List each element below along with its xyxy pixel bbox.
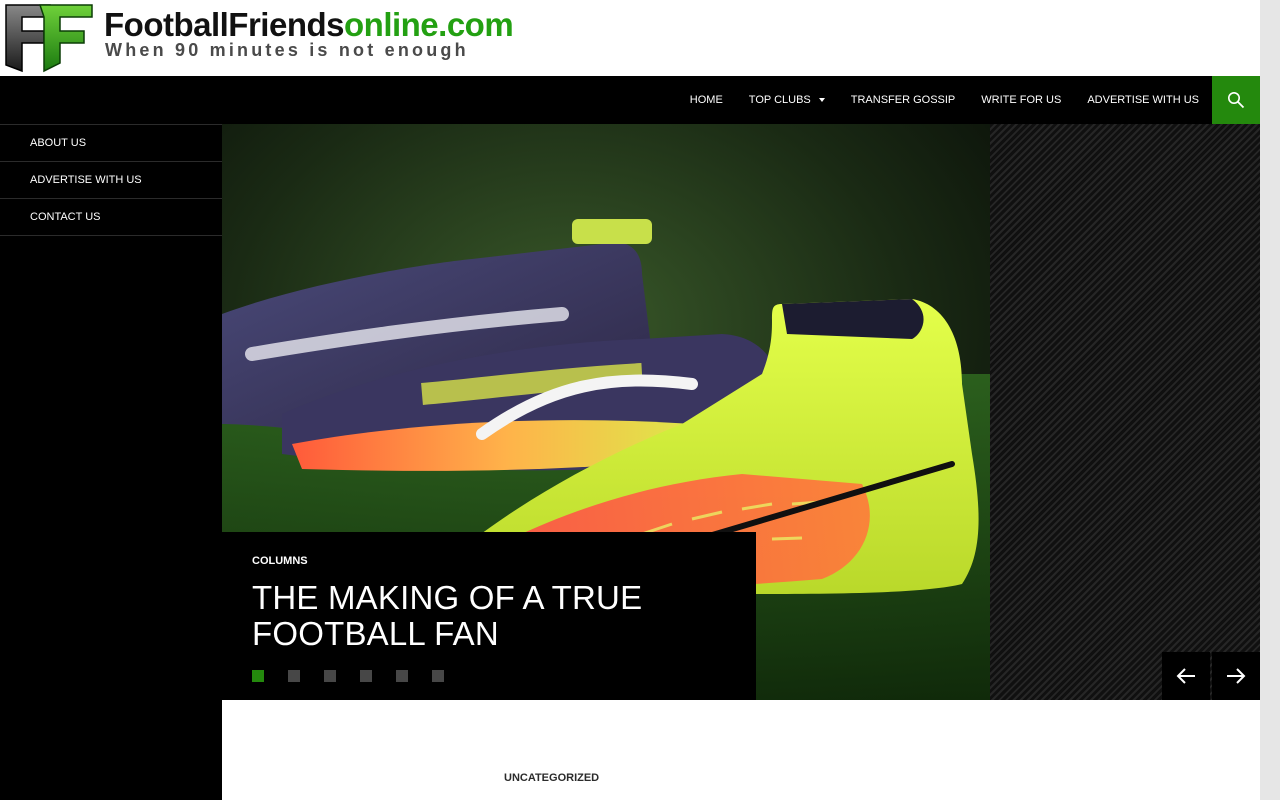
chevron-down-icon <box>818 98 825 102</box>
logo-wordmark-part1: FootballFriends <box>104 6 345 43</box>
slider-prev-button[interactable] <box>1162 652 1210 700</box>
slide-caption: COLUMNS THE MAKING OF A TRUE FOOTBALL FA… <box>222 532 756 700</box>
nav-item-label: HOME <box>689 94 723 106</box>
scrollbar-thumb[interactable] <box>1265 4 1277 784</box>
post-category-link[interactable]: UNCATEGORIZED <box>504 772 599 784</box>
sidebar-item-label: CONTACT US <box>30 211 101 223</box>
nav-item-home[interactable]: HOME <box>677 76 736 124</box>
logo-tagline: When 90 minutes is not enough <box>105 40 469 60</box>
sidebar-item-label: ABOUT US <box>30 137 87 149</box>
slider-dot-1[interactable] <box>252 670 264 682</box>
sidebar-item-label: ADVERTISE WITH US <box>30 174 142 186</box>
slide-title-link[interactable]: THE MAKING OF A TRUE FOOTBALL FAN <box>252 580 722 652</box>
slider-dot-6[interactable] <box>432 670 444 682</box>
arrow-left-icon <box>1176 668 1195 684</box>
slider-dot-2[interactable] <box>288 670 300 682</box>
logo-ff-mark-icon <box>5 4 93 73</box>
nav-item-top-clubs[interactable]: TOP CLUBS <box>736 76 838 124</box>
site-logo[interactable]: FootballFriendsonline.com When 90 minute… <box>4 3 584 73</box>
featured-slider: COLUMNS THE MAKING OF A TRUE FOOTBALL FA… <box>222 124 1260 700</box>
nav-item-label: TOP CLUBS <box>748 94 811 106</box>
nav-item-transfer-gossip[interactable]: TRANSFER GOSSIP <box>838 76 969 124</box>
search-button[interactable] <box>1212 76 1260 124</box>
logo-wordmark: FootballFriendsonline.com <box>104 6 514 43</box>
slider-dot-3[interactable] <box>324 670 336 682</box>
nav-item-label: ADVERTISE WITH US <box>1087 94 1199 106</box>
nav-item-label: TRANSFER GOSSIP <box>850 94 956 106</box>
logo-wordmark-part2: online.com <box>344 6 514 43</box>
site-header: FootballFriendsonline.com When 90 minute… <box>0 0 1260 76</box>
slider-next-button[interactable] <box>1212 652 1260 700</box>
slider-dot-5[interactable] <box>396 670 408 682</box>
secondary-sidebar: ABOUT US ADVERTISE WITH US CONTACT US <box>0 124 222 800</box>
slider-background-pattern <box>990 124 1260 700</box>
nav-item-advertise-with-us[interactable]: ADVERTISE WITH US <box>1074 76 1212 124</box>
main-content: UNCATEGORIZED <box>222 700 1260 800</box>
nav-item-write-for-us[interactable]: WRITE FOR US <box>968 76 1074 124</box>
sidebar-item-about-us[interactable]: ABOUT US <box>0 124 222 162</box>
slide-category-link[interactable]: COLUMNS <box>252 555 308 567</box>
slider-pagination <box>252 670 468 682</box>
slider-dot-4[interactable] <box>360 670 372 682</box>
nav-item-label: WRITE FOR US <box>981 94 1062 106</box>
primary-navigation-bar: HOME TOP CLUBS TRANSFER GOSSIP WRITE FOR… <box>0 76 1260 124</box>
page-scrollbar[interactable] <box>1259 0 1280 800</box>
primary-menu: HOME TOP CLUBS TRANSFER GOSSIP WRITE FOR… <box>677 76 1212 124</box>
sidebar-item-contact-us[interactable]: CONTACT US <box>0 199 222 236</box>
sidebar-item-advertise-with-us[interactable]: ADVERTISE WITH US <box>0 162 222 199</box>
arrow-right-icon <box>1227 668 1246 684</box>
search-icon <box>1228 92 1245 109</box>
